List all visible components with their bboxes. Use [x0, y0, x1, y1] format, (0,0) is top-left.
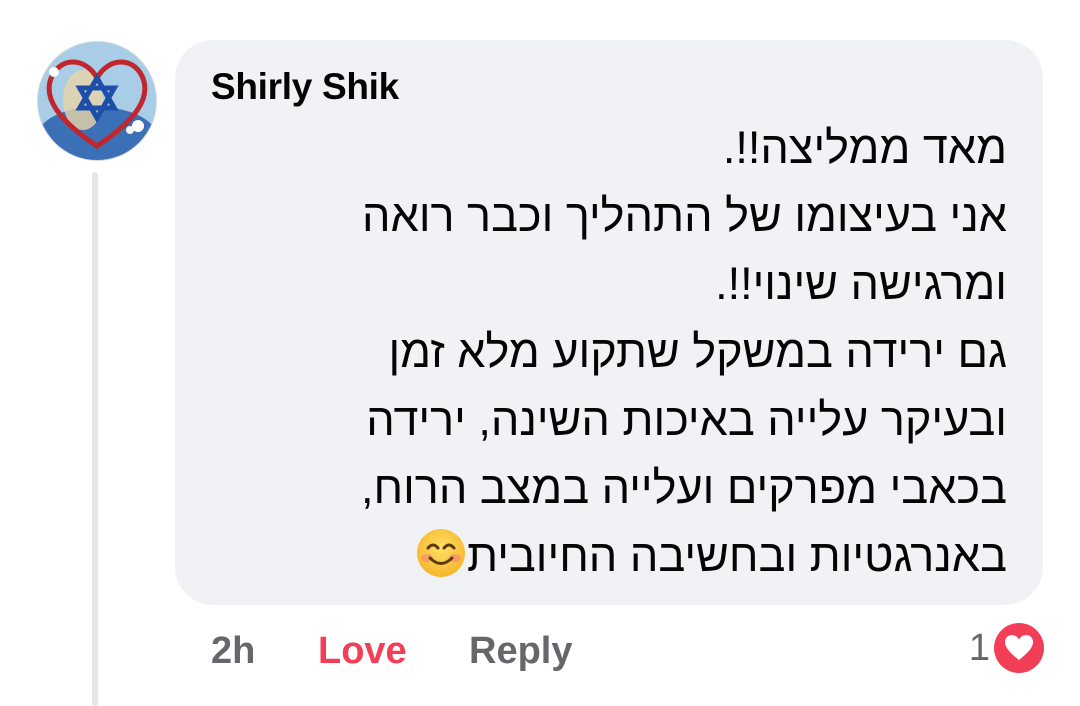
comment-line: אני בעיצומו של התהליך וכבר רואה: [362, 190, 1007, 241]
thread-line: [92, 172, 98, 706]
reply-button[interactable]: Reply: [469, 628, 572, 674]
comment-line-text: באנרגטיות ובחשיבה החיובית: [467, 530, 1007, 581]
heart-icon: [1005, 635, 1033, 660]
comment-actions: 2h Love Reply: [0, 628, 1080, 678]
love-button[interactable]: Love: [318, 628, 407, 674]
reaction-count: 1: [968, 627, 990, 669]
smiling-face-emoji-icon: [417, 529, 466, 577]
comment-timestamp[interactable]: 2h: [211, 628, 255, 674]
comment-line: בכאבי מפרקים ועלייה במצב הרוח,: [360, 462, 1007, 513]
comment-page: Shirly Shik מאד ממליצה!!. אני בעיצומו של…: [0, 0, 1080, 706]
comment-text: מאד ממליצה!!. אני בעיצומו של התהליך וכבר…: [267, 114, 1007, 590]
comment-line: מאד ממליצה!!.: [722, 122, 1007, 173]
comment-line: גם ירידה במשקל שתקוע מלא זמן: [388, 326, 1007, 377]
heart-reaction-icon: [994, 623, 1044, 673]
author-name[interactable]: Shirly Shik: [211, 66, 399, 108]
comment-bubble: Shirly Shik מאד ממליצה!!. אני בעיצומו של…: [175, 40, 1043, 605]
reaction-summary[interactable]: 1: [969, 622, 1044, 674]
comment-line-last: באנרגטיות ובחשיבה החיובית: [267, 522, 1007, 590]
profile-photo-icon: [38, 42, 156, 160]
comment-line: ומרגישה שינוי!!.: [715, 258, 1007, 309]
avatar[interactable]: [37, 41, 157, 161]
comment-line: ובעיקר עלייה באיכות השינה, ירידה: [366, 394, 1007, 445]
